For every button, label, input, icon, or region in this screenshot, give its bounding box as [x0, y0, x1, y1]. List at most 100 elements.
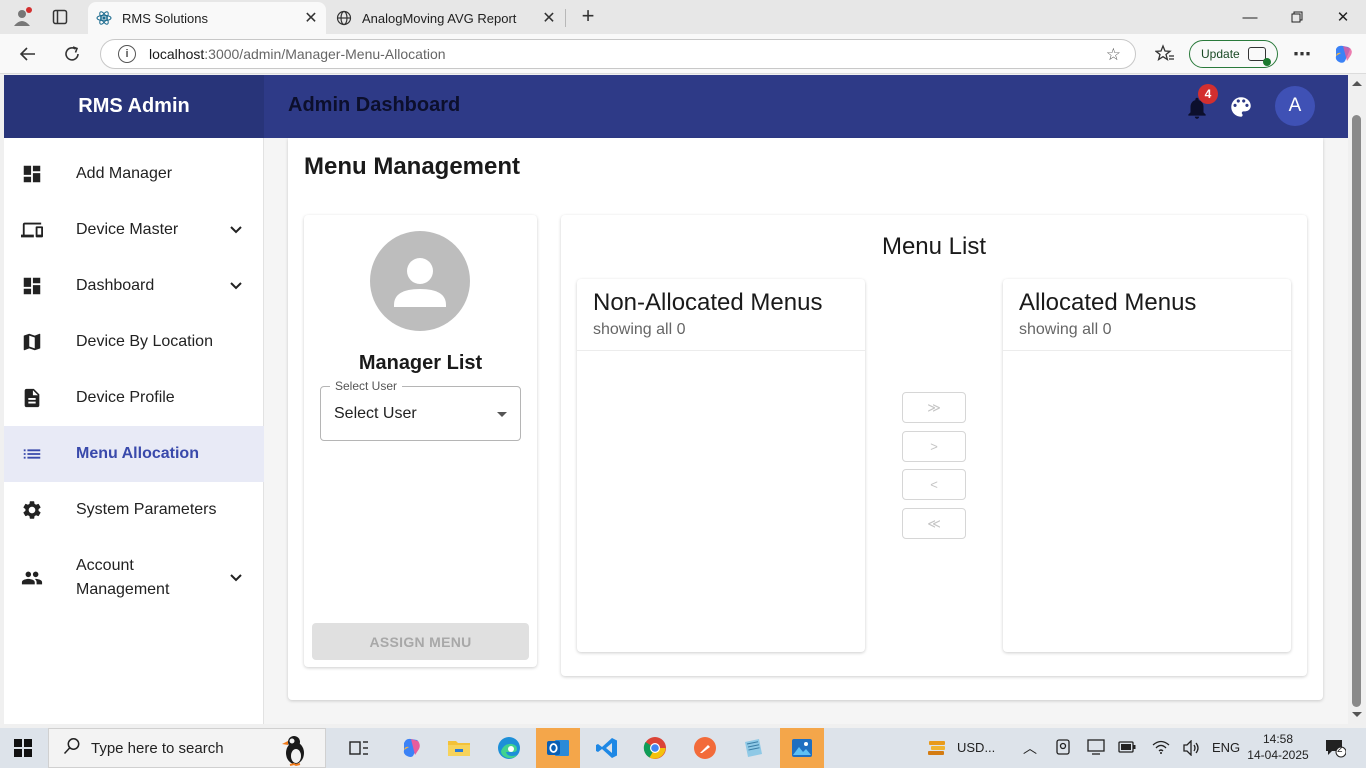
- chevron-down-icon[interactable]: [226, 568, 246, 588]
- map-icon: [20, 330, 44, 354]
- new-tab-button[interactable]: +: [576, 5, 600, 29]
- update-label: Update: [1201, 47, 1240, 61]
- user-avatar[interactable]: A: [1275, 86, 1315, 126]
- person-icon: [370, 231, 470, 331]
- move-all-right-button[interactable]: ≫: [902, 392, 966, 423]
- bookmark-star-icon[interactable]: ☆: [1106, 45, 1121, 65]
- site-info-icon[interactable]: i: [118, 45, 136, 63]
- app-header: RMS Admin Admin Dashboard 4 A: [4, 75, 1348, 138]
- people-icon: [20, 566, 44, 590]
- select-user-dropdown[interactable]: Select User Select User: [320, 379, 521, 441]
- page-scrollbar[interactable]: [1348, 75, 1366, 724]
- list-header: Non-Allocated Menus showing all 0: [577, 279, 865, 351]
- sidebar-item-dashboard[interactable]: Dashboard: [4, 258, 264, 314]
- close-window-button[interactable]: ✕: [1329, 6, 1357, 28]
- sidebar-item-label: Add Manager: [76, 165, 173, 182]
- sidebar-item-system-parameters[interactable]: System Parameters: [4, 482, 264, 538]
- allocated-menus-list[interactable]: Allocated Menus showing all 0: [1003, 279, 1291, 652]
- display-icon[interactable]: [1087, 739, 1105, 758]
- battery-icon[interactable]: [1118, 741, 1136, 756]
- update-icon: [1247, 47, 1271, 66]
- tab-title: RMS Solutions: [122, 10, 208, 26]
- chevron-down-icon[interactable]: [226, 220, 246, 240]
- sidebar-item-device-by-location[interactable]: Device By Location: [4, 314, 264, 370]
- file-explorer-icon[interactable]: [437, 728, 481, 768]
- clock-date: 14-04-2025: [1247, 748, 1309, 762]
- wifi-icon[interactable]: [1152, 740, 1170, 757]
- notepad-icon[interactable]: [731, 728, 775, 768]
- sidebar-item-device-profile[interactable]: Device Profile: [4, 370, 264, 426]
- scroll-down-arrow-icon[interactable]: [1352, 712, 1362, 717]
- chevron-up-icon[interactable]: ︿: [1023, 738, 1037, 758]
- tab-actions-icon[interactable]: [48, 5, 72, 29]
- profile-icon[interactable]: [10, 5, 34, 29]
- menu-list-title: Menu List: [881, 233, 987, 260]
- close-icon[interactable]: ✕: [300, 7, 322, 29]
- sidebar-item-label: Dashboard: [76, 277, 155, 294]
- list-icon: [20, 442, 44, 466]
- document-icon: [20, 386, 44, 410]
- non-allocated-menus-list[interactable]: Non-Allocated Menus showing all 0: [577, 279, 865, 652]
- favorites-icon[interactable]: [1153, 42, 1177, 66]
- sidebar-item-device-master[interactable]: Device Master: [4, 202, 264, 258]
- back-button[interactable]: [16, 42, 40, 66]
- move-selected-left-button[interactable]: <: [902, 469, 966, 500]
- language-indicator[interactable]: ENG: [1212, 740, 1240, 755]
- more-menu-icon[interactable]: ⋯: [1290, 42, 1314, 66]
- camera-icon[interactable]: [1056, 739, 1070, 758]
- notification-center-icon[interactable]: 2: [1324, 738, 1347, 761]
- move-all-left-button[interactable]: ≪: [902, 508, 966, 539]
- postman-icon[interactable]: [683, 728, 727, 768]
- task-view-icon[interactable]: [337, 728, 381, 768]
- tab-analogmoving-report[interactable]: AnalogMoving AVG Report ✕: [328, 2, 564, 34]
- select-user-value: Select User: [334, 405, 417, 422]
- tab-rms-solutions[interactable]: RMS Solutions ✕: [88, 2, 326, 34]
- taskbar-clock[interactable]: 14:58 14-04-2025: [1247, 731, 1309, 763]
- list-count: showing all 0: [593, 321, 686, 338]
- url-path: :3000/admin/Manager-Menu-Allocation: [204, 46, 446, 62]
- scroll-up-arrow-icon[interactable]: [1352, 81, 1362, 86]
- sidebar-item-account-management[interactable]: Account Management: [4, 538, 264, 618]
- chrome-icon[interactable]: [633, 728, 677, 768]
- tab-separator: [565, 9, 566, 27]
- taskbar-search[interactable]: Type here to search: [48, 728, 326, 768]
- palette-icon[interactable]: [1228, 94, 1254, 120]
- copilot-app-icon[interactable]: [389, 728, 433, 768]
- windows-start-icon[interactable]: [14, 739, 32, 757]
- sidebar-item-label: Device Profile: [76, 389, 175, 406]
- close-icon[interactable]: ✕: [538, 7, 560, 29]
- devices-icon: [20, 218, 44, 242]
- edge-browser-icon[interactable]: [487, 728, 531, 768]
- manager-list-title: Manager List: [358, 352, 483, 374]
- scroll-thumb[interactable]: [1352, 115, 1361, 707]
- browser-tab-bar: RMS Solutions ✕ AnalogMoving AVG Report …: [0, 0, 1366, 34]
- url-bar[interactable]: i localhost:3000/admin/Manager-Menu-Allo…: [100, 39, 1136, 69]
- assign-menu-button[interactable]: ASSIGN MENU: [312, 623, 529, 660]
- restore-button[interactable]: [1283, 6, 1311, 28]
- notification-badge: 4: [1198, 84, 1218, 104]
- sidebar-item-label: Account Management: [76, 557, 170, 598]
- move-selected-right-button[interactable]: >: [902, 431, 966, 462]
- outlook-icon[interactable]: [536, 728, 580, 768]
- update-button[interactable]: Update: [1189, 40, 1278, 68]
- vscode-icon[interactable]: [585, 728, 629, 768]
- currency-widget-icon[interactable]: [915, 728, 959, 768]
- copilot-icon[interactable]: [1331, 42, 1355, 66]
- app-title: Admin Dashboard: [288, 94, 461, 116]
- volume-icon[interactable]: [1183, 739, 1201, 759]
- search-icon: [63, 737, 81, 760]
- minimize-button[interactable]: —: [1236, 6, 1264, 28]
- sidebar-item-add-manager[interactable]: Add Manager: [4, 146, 264, 202]
- sidebar-item-menu-allocation[interactable]: Menu Allocation: [4, 426, 264, 482]
- url-text: localhost:3000/admin/Manager-Menu-Alloca…: [149, 46, 446, 62]
- sidebar: Add Manager Device Master Dashboard Devi…: [4, 138, 264, 724]
- reload-button[interactable]: [60, 42, 84, 66]
- list-title: Non-Allocated Menus: [593, 289, 823, 316]
- list-count: showing all 0: [1019, 321, 1112, 338]
- sidebar-item-label: System Parameters: [76, 501, 217, 518]
- puffin-bird-icon: [277, 731, 313, 767]
- chevron-down-icon[interactable]: [226, 276, 246, 296]
- page-title: Menu Management: [304, 153, 521, 180]
- currency-ticker[interactable]: USD...: [957, 740, 995, 755]
- photos-icon[interactable]: [780, 728, 824, 768]
